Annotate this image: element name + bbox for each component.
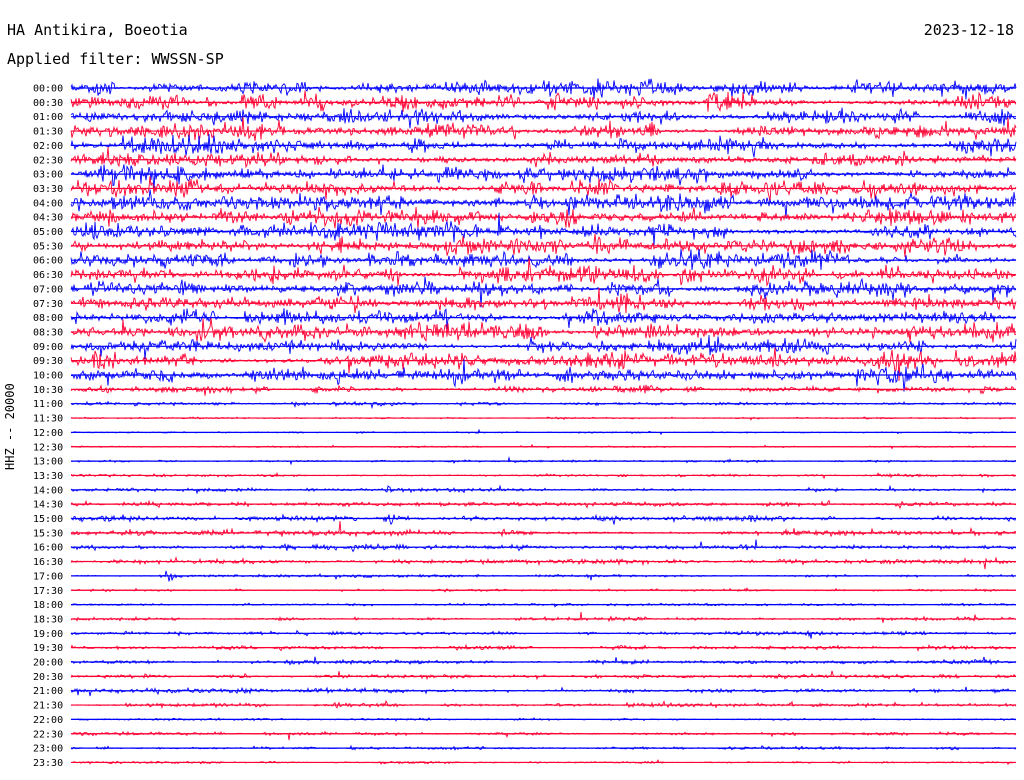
time-tick-label: 18:30: [33, 614, 63, 625]
time-tick-label: 09:00: [33, 342, 63, 353]
trace-row-0800: [70, 308, 1017, 329]
time-tick-label: 06:00: [33, 256, 63, 267]
trace-row-1830: [70, 612, 1017, 623]
time-tick-label: 17:00: [33, 571, 63, 582]
helicorder-plot: 00:00 00:30 01:00 01:30 02:00 02:30 03:00 03:30…: [33, 78, 1017, 769]
time-tick-label: 20:00: [33, 658, 63, 669]
time-tick-label: 18:00: [33, 600, 63, 611]
time-tick-label: 13:30: [33, 471, 63, 482]
time-tick-label: 17:30: [33, 586, 63, 597]
trace-row-0600: [70, 248, 1017, 270]
trace-row-0230: [70, 146, 1017, 169]
trace-row-1100: [70, 400, 1017, 410]
time-tick-label: 01:30: [33, 127, 63, 138]
time-tick-label: 19:30: [33, 643, 63, 654]
trace-row-0730: [70, 287, 1017, 314]
time-tick-label: 10:30: [33, 385, 63, 396]
time-tick-label: 04:00: [33, 198, 63, 209]
trace-row-1600: [70, 539, 1017, 553]
time-tick-label: 06:30: [33, 270, 63, 281]
trace-row-0830: [70, 317, 1017, 343]
time-tick-label: 08:30: [33, 327, 63, 338]
trace-row-1030: [70, 384, 1016, 396]
time-tick-label: 22:30: [33, 729, 63, 740]
trace-row-2130: [70, 699, 1017, 710]
time-tick-label: 02:30: [33, 155, 63, 166]
trace-row-0330: [70, 176, 1017, 203]
time-tick-label: 02:00: [33, 141, 63, 152]
time-tick-label: 11:30: [33, 414, 63, 425]
trace-row-1530: [70, 521, 1017, 538]
time-tick-label: 15:00: [33, 514, 63, 525]
time-tick-label: 00:30: [33, 98, 63, 109]
time-tick-label: 20:30: [33, 672, 63, 683]
time-tick-label: 04:30: [33, 213, 63, 224]
time-tick-label: 15:30: [33, 528, 63, 539]
trace-row-0030: [70, 90, 1017, 113]
trace-row-2000: [70, 656, 1017, 666]
time-tick-label: 14:30: [33, 500, 63, 511]
time-tick-label: 00:00: [33, 84, 63, 95]
time-tick-label: 21:00: [33, 686, 63, 697]
time-tick-label: 03:30: [33, 184, 63, 195]
time-tick-label: 16:00: [33, 543, 63, 554]
time-tick-label: 01:00: [33, 112, 63, 123]
trace-row-1500: [70, 513, 1017, 526]
time-tick-label: 14:00: [33, 485, 63, 496]
time-tick-label: 16:30: [33, 557, 63, 568]
time-tick-label: 07:00: [33, 284, 63, 295]
time-tick-label: 21:30: [33, 701, 63, 712]
time-tick-label: 05:00: [33, 227, 63, 238]
trace-row-0000: [70, 78, 1017, 100]
time-tick-label: 23:30: [33, 758, 63, 769]
time-tick-label: 23:00: [33, 744, 63, 755]
trace-row-2230: [70, 730, 1017, 741]
trace-row-1900: [70, 629, 1017, 639]
trace-row-2100: [70, 686, 1017, 697]
time-tick-label: 12:00: [33, 428, 63, 439]
time-tick-label: 03:00: [33, 170, 63, 181]
time-tick-label: 07:30: [33, 299, 63, 310]
time-tick-label: 11:00: [33, 399, 63, 410]
time-tick-label: 05:30: [33, 241, 63, 252]
time-tick-label: 08:00: [33, 313, 63, 324]
time-tick-label: 12:30: [33, 442, 63, 453]
trace-row-2030: [70, 670, 1017, 681]
trace-row-0900: [70, 335, 1017, 360]
time-tick-label: 09:30: [33, 356, 63, 367]
trace-row-0100: [70, 107, 1017, 129]
time-tick-label: 13:00: [33, 457, 63, 468]
time-tick-label: 22:00: [33, 715, 63, 726]
time-tick-label: 19:00: [33, 629, 63, 640]
trace-row-1630: [70, 556, 1017, 570]
time-tick-label: 10:00: [33, 371, 63, 382]
